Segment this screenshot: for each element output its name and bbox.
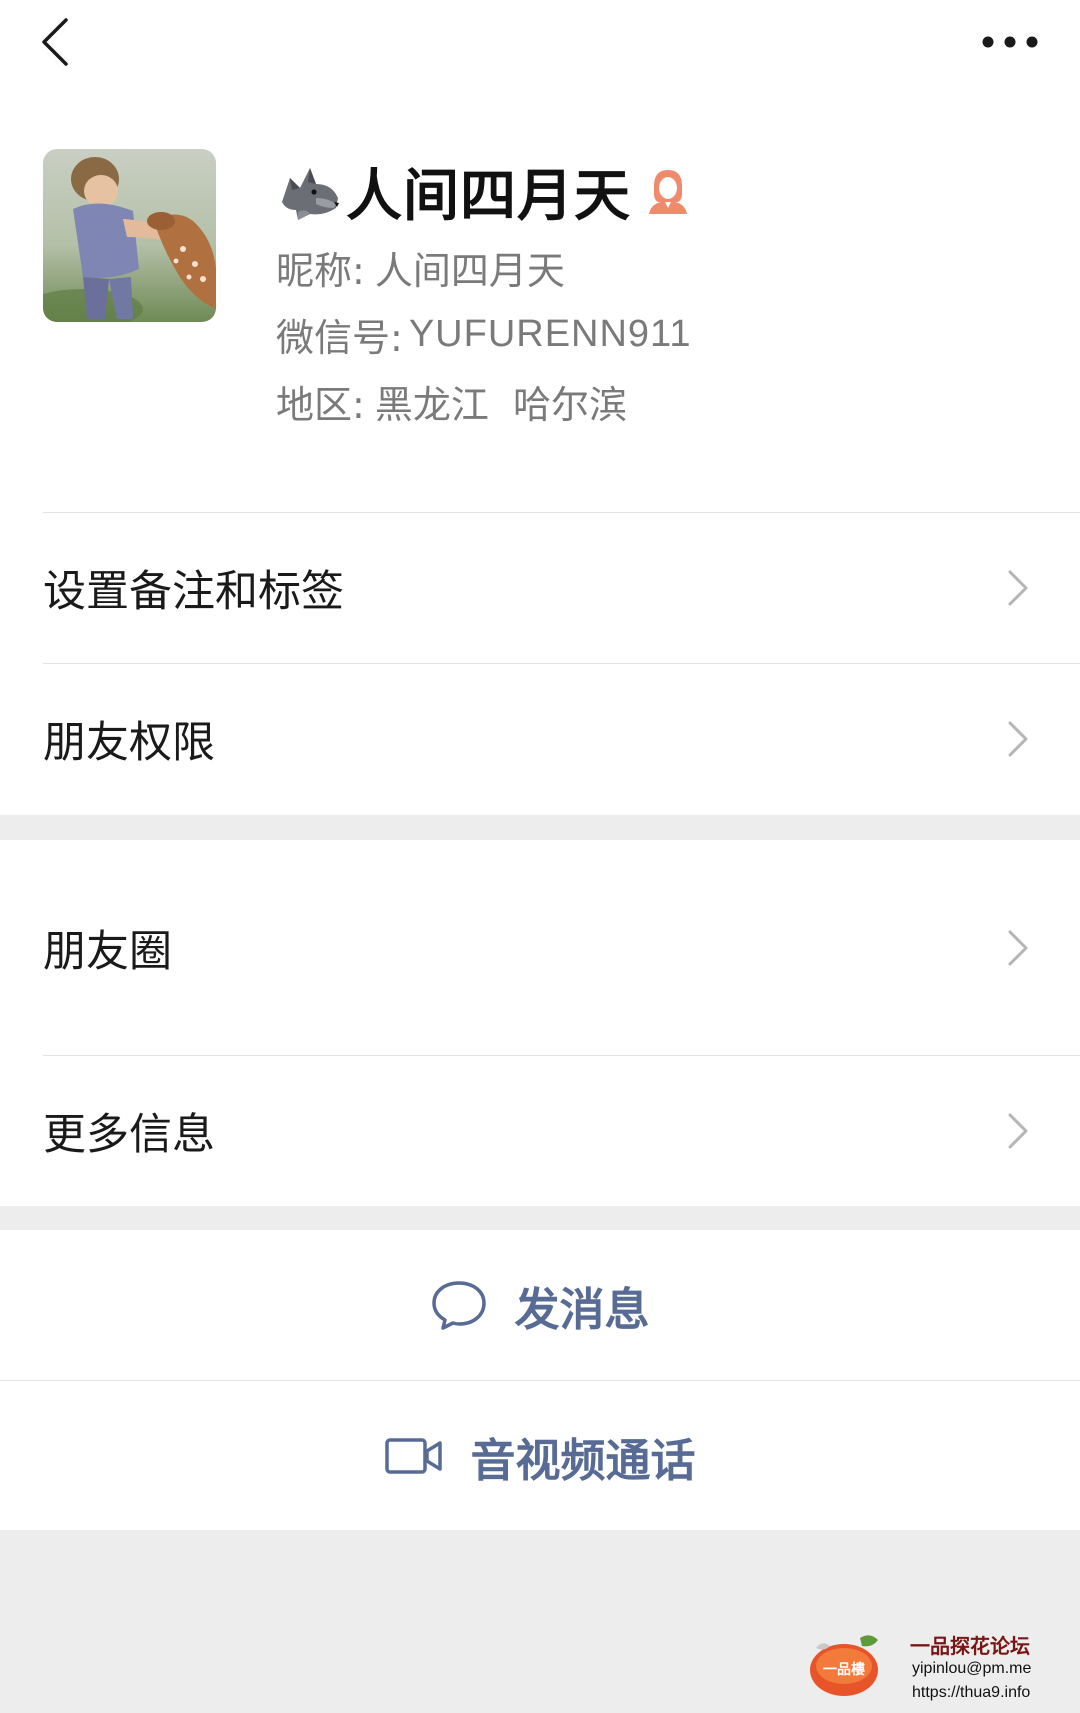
chevron-left-icon [42,18,68,66]
menu-remark-tags-label: 设置备注和标签 [43,567,344,617]
svg-text:一品樓: 一品樓 [823,1661,865,1678]
region-label: 地区: [276,382,365,427]
video-call-label: 音视频通话 [470,1433,696,1487]
display-name: 人间四月天 [346,163,631,229]
chevron-right-icon [1008,570,1028,606]
back-button[interactable] [30,12,80,72]
watermark-title: 一品探花论坛 [910,1634,1030,1658]
watermark-logo: 一品樓 [810,1635,878,1696]
profile-card: 人间四月天 昵称: 人间四月天 微信号: YUFURENN911 地区: 黑龙江… [0,0,1080,815]
more-horizontal-icon [982,36,1038,48]
menu-friend-permissions[interactable]: 朋友权限 [0,664,1080,814]
avatar-photo [43,149,216,322]
display-name-row: 人间四月天 [276,155,691,229]
menu-friend-permissions-label: 朋友权限 [43,718,215,768]
chevron-right-icon [1008,1113,1028,1149]
watermark-email: yipinlou@pm.me [912,1660,1032,1677]
chevron-right-icon [1008,721,1028,757]
chat-bubble-icon [432,1281,487,1330]
menu-moments[interactable]: 朋友圈 [0,840,1080,1055]
wechat-id-value[interactable]: YUFURENN911 [409,313,692,356]
more-options-button[interactable] [965,20,1055,64]
watermark: 一品樓 一品探花论坛 yipinlou@pm.me https://thua9.… [800,1620,1060,1710]
video-call-button[interactable]: 音视频通话 [0,1381,1080,1531]
nickname-line: 昵称: 人间四月天 [276,243,565,293]
actions-card: 发消息 音视频通话 [0,1230,1080,1530]
watermark-url: https://thua9.info [912,1684,1031,1701]
send-message-label: 发消息 [514,1282,650,1336]
menu-more-info-label: 更多信息 [43,1110,215,1160]
wechat-id-line: 微信号: YUFURENN911 [276,310,692,360]
nickname-value: 人间四月天 [374,248,565,293]
moments-card: 朋友圈 更多信息 [0,840,1080,1206]
wolf-emoji-icon [282,168,339,220]
region-value: 黑龙江 哈尔滨 [374,382,627,427]
video-camera-icon [385,1438,443,1474]
female-icon [649,170,687,214]
menu-moments-label: 朋友圈 [43,926,172,977]
wechat-id-label: 微信号: [276,315,403,360]
nickname-label: 昵称: [276,248,365,293]
menu-remark-tags[interactable]: 设置备注和标签 [0,513,1080,663]
region-line: 地区: 黑龙江 哈尔滨 [276,377,627,427]
send-message-button[interactable]: 发消息 [0,1230,1080,1380]
menu-more-info[interactable]: 更多信息 [0,1056,1080,1206]
chevron-right-icon [1008,930,1028,965]
avatar[interactable] [43,149,216,322]
